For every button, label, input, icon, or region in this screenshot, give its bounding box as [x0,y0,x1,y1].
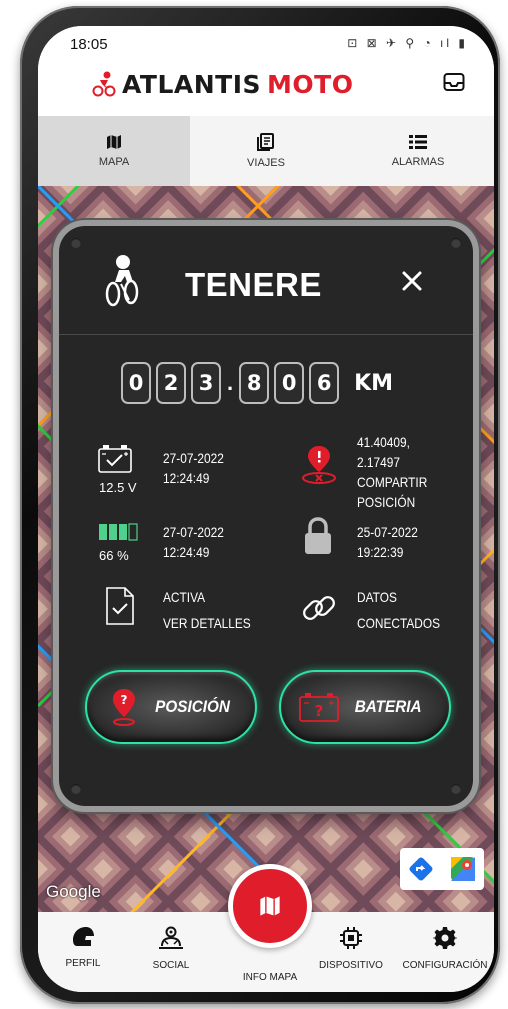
chip-icon [340,927,362,949]
screw-top-right [451,238,461,248]
battery-voltage-value: 12.5 V [99,480,137,495]
lock-time: 19:22:39 [357,544,404,560]
lock-info: 25-07-2022 19:22:39 [357,522,418,562]
link-icon [303,596,335,620]
tab-label-viajes: VIAJES [247,157,285,169]
location-coords: 41.40409, 2.17497 [357,434,410,470]
google-attribution: Google [46,882,101,901]
vehicle-card: TENERE 0 2 3 . 8 0 6 KM 12.5 V 27-07-202… [59,226,473,806]
lock-date: 25-07-2022 [357,524,418,540]
top-tabs: MAPA VIAJES ALARMAS [38,116,494,186]
document-check-icon[interactable] [105,586,135,626]
status-icons: ⊡ ⊠ ✈ ⚲ ◔ ıl ▮ [347,36,468,50]
list-icon [409,135,427,149]
journal-icon [257,133,274,151]
status-time: 18:05 [70,36,108,53]
tab-mapa[interactable]: MAPA [38,116,190,186]
connection-line2: CONECTADOS [357,615,441,631]
map-icon [260,896,280,916]
svg-text:?: ? [315,702,324,720]
position-button-label: POSICIÓN [155,697,230,716]
tab-label-mapa: MAPA [98,156,130,168]
car-battery-icon [98,445,132,473]
nav-configuracion[interactable]: CONFIGURACIÓN [400,926,490,971]
screw-top-left [71,238,81,248]
battery-button-label: BATERIA [354,697,422,716]
card-divider [59,334,473,335]
battery-level-info: 27-07-2022 12:24:49 [163,522,224,562]
nav-label-perfil: PERFIL [65,958,101,969]
odometer-decimal-point: . [227,370,234,395]
battery-question-icon: ? [299,693,339,722]
odometer: 0 2 3 . 8 0 6 KM [121,362,393,404]
brand-text-atlantis: ATLANTIS [122,69,262,99]
nav-dispositivo[interactable]: DISPOSITIVO [306,926,396,971]
location-position-label: POSICIÓN [357,494,416,510]
map-action-buttons [400,848,484,890]
odometer-digit: 2 [156,362,186,404]
vehicle-name: TENERE [185,266,322,303]
odometer-digit: 8 [239,362,270,404]
social-icon [159,926,183,949]
battery-level-time: 12:24:49 [163,544,210,560]
connection-line1: DATOS [357,589,397,605]
odometer-unit: KM [354,370,394,396]
location-info[interactable]: 41.40409, 2.17497 COMPARTIR POSICIÓN [357,432,456,512]
inbox-icon[interactable] [442,70,466,94]
close-icon[interactable] [399,268,425,294]
helmet-icon [73,927,94,946]
directions-icon[interactable] [408,856,434,882]
nav-perfil[interactable]: PERFIL [38,926,128,969]
nav-label-social: SOCIAL [152,960,190,971]
battery-voltage-info: 27-07-2022 12:24:49 [163,448,224,488]
motorcycle-rider-icon [105,255,139,307]
app-screen: 18:05 ⊡ ⊠ ✈ ⚲ ◔ ıl ▮ ATLANTIS MOTO MAPA … [38,26,494,992]
odometer-digit: 0 [121,362,151,404]
nav-label-info-mapa: INFO MAPA [242,972,298,983]
google-maps-icon[interactable] [450,856,476,882]
tab-alarmas[interactable]: ALARMAS [342,116,494,186]
battery-button[interactable]: ? BATERIA [279,670,451,744]
location-pin-icon: ? [113,689,135,726]
gear-icon [433,927,457,949]
nav-label-configuracion: CONFIGURACIÓN [402,960,488,971]
battery-level-value: 66 % [99,548,129,563]
status-bar: 18:05 ⊡ ⊠ ✈ ⚲ ◔ ıl ▮ [38,26,494,62]
brand-logo: ATLANTIS MOTO [92,66,353,102]
screw-bottom-left [71,784,81,794]
lock-icon [305,517,331,554]
nav-label-dispositivo: DISPOSITIVO [319,960,383,971]
nav-social[interactable]: SOCIAL [126,926,216,971]
battery-voltage-date: 27-07-2022 [163,450,224,466]
battery-level-icon [99,523,138,541]
battery-voltage-time: 12:24:49 [163,470,210,486]
status-info[interactable]: ACTIVA VER DETALLES [163,584,251,636]
tab-label-alarmas: ALARMAS [391,156,445,168]
odometer-digit: 3 [191,362,221,404]
rider-logo-icon [92,71,116,97]
odometer-digit: 6 [309,362,340,404]
position-button[interactable]: ? POSICIÓN [85,670,257,744]
tab-viajes[interactable]: VIAJES [190,116,342,186]
status-details-link[interactable]: VER DETALLES [163,610,251,636]
screw-bottom-right [451,784,461,794]
location-share-label: COMPARTIR [357,474,428,490]
brand-text-moto: MOTO [267,69,354,99]
connection-info: DATOS CONECTADOS [357,584,440,636]
battery-level-date: 27-07-2022 [163,524,224,540]
info-map-fab[interactable] [228,864,312,948]
status-active: ACTIVA [163,589,206,605]
location-pin-icon[interactable] [299,444,339,486]
map-icon [107,135,121,149]
odometer-digit: 0 [274,362,305,404]
svg-text:?: ? [121,693,128,707]
